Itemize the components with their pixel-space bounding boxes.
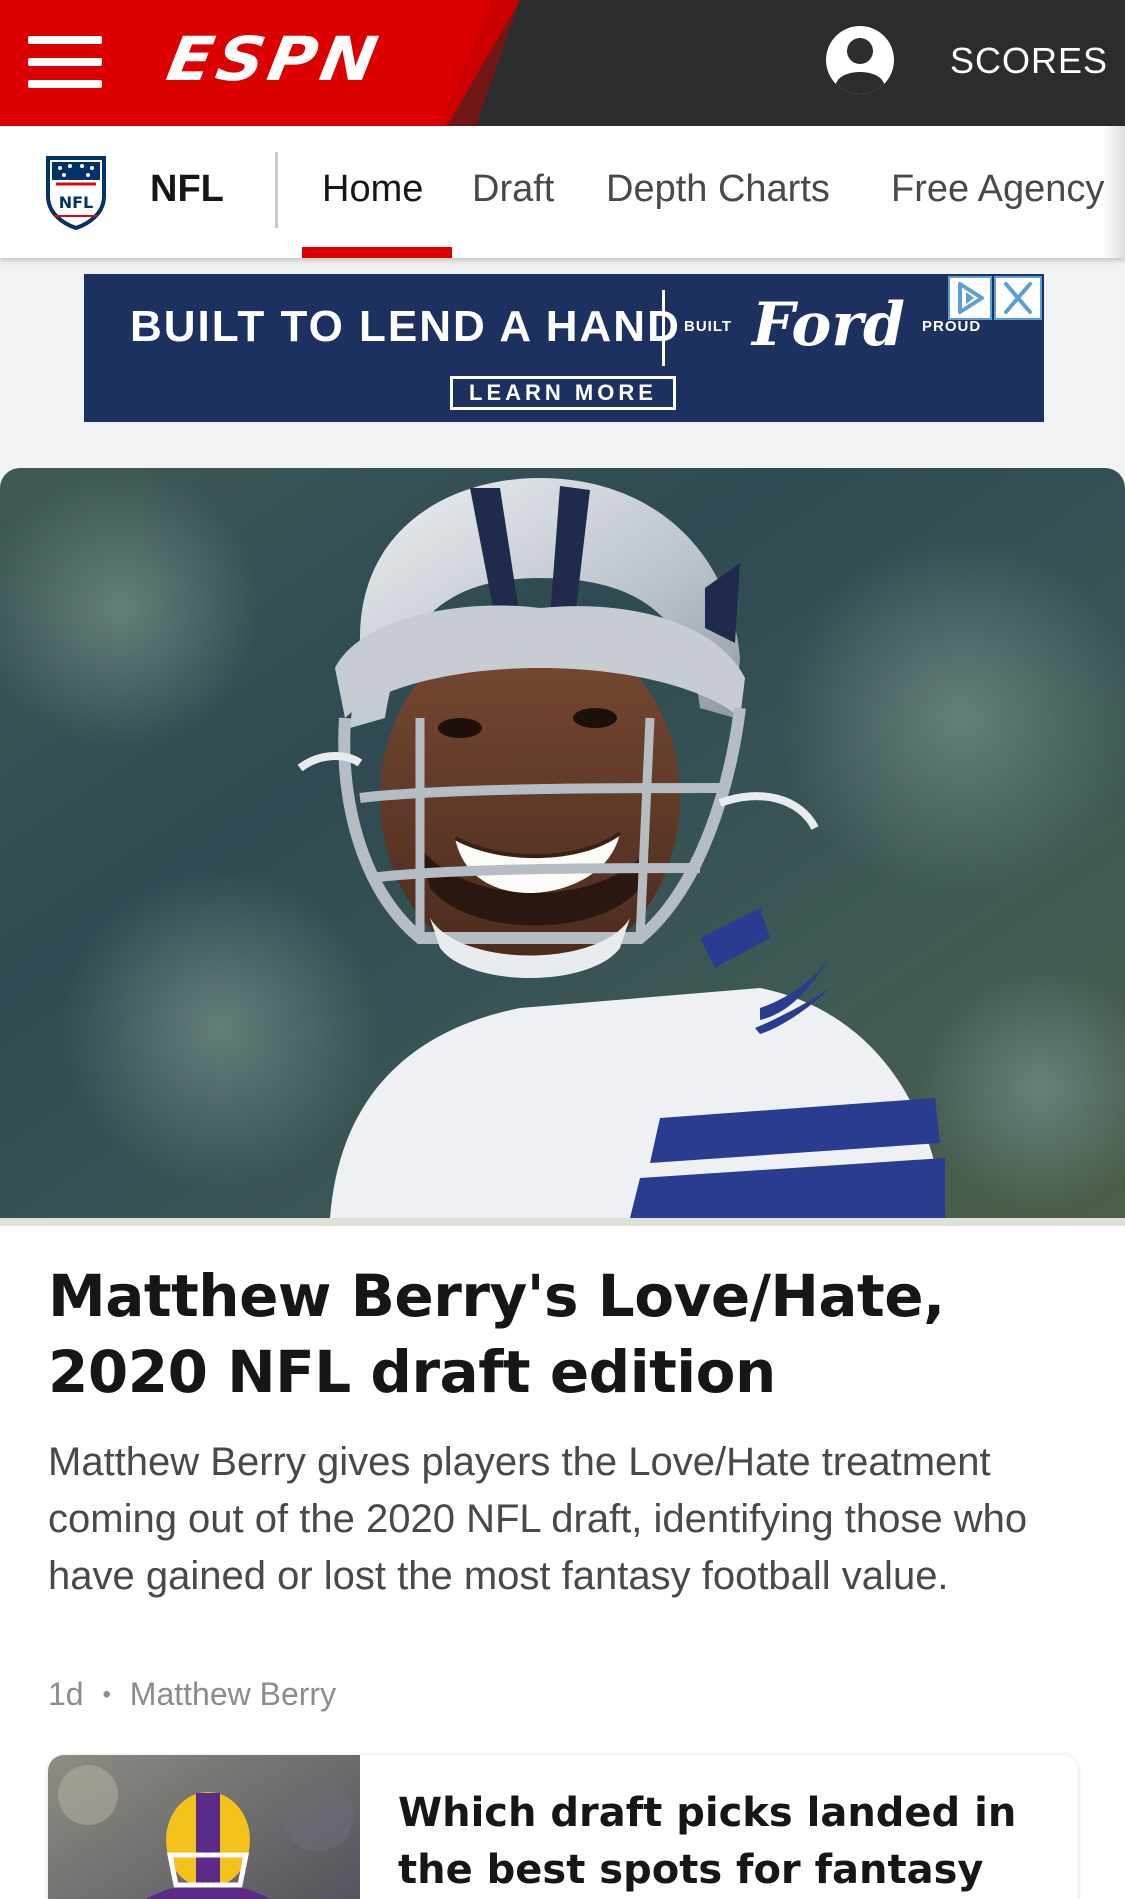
hamburger-menu-icon[interactable] bbox=[28, 34, 102, 90]
espn-logo[interactable]: ESPN bbox=[162, 24, 418, 95]
espn-logo-text[interactable]: ESPN bbox=[162, 24, 387, 95]
tab-free-agency[interactable]: Free Agency bbox=[891, 168, 1104, 211]
ford-logo: Ford bbox=[752, 290, 905, 360]
nav-scroll-fade bbox=[1103, 126, 1125, 258]
story-title[interactable]: Which draft picks landed in the best spo… bbox=[398, 1785, 1058, 1899]
ad-tagline: BUILT TO LEND A HAND bbox=[130, 302, 681, 351]
ad-close-icon[interactable] bbox=[994, 276, 1042, 320]
active-tab-indicator bbox=[302, 247, 452, 258]
meta-bullet: • bbox=[102, 1681, 111, 1708]
story-thumbnail[interactable] bbox=[48, 1755, 360, 1899]
espn-header: ESPN SCORES bbox=[0, 0, 1125, 126]
nfl-shield-icon[interactable]: NFL bbox=[44, 150, 108, 231]
nav-divider bbox=[275, 152, 278, 228]
tab-home[interactable]: Home bbox=[322, 168, 423, 211]
ad-learn-more-button[interactable]: LEARN MORE bbox=[450, 376, 676, 410]
ad-built-label: BUILT bbox=[684, 318, 733, 335]
hero-story-card: Matthew Berry's Love/Hate, 2020 NFL draf… bbox=[0, 468, 1125, 1899]
hero-meta: 1d • Matthew Berry bbox=[48, 1676, 336, 1713]
hero-summary: Matthew Berry gives players the Love/Hat… bbox=[48, 1440, 1028, 1598]
account-icon[interactable] bbox=[826, 26, 894, 94]
hero-author[interactable]: Matthew Berry bbox=[130, 1676, 336, 1712]
hero-image-strip bbox=[0, 1218, 1125, 1226]
hero-timestamp: 1d bbox=[48, 1676, 84, 1712]
svg-text:NFL: NFL bbox=[59, 193, 94, 212]
tab-depth-charts[interactable]: Depth Charts bbox=[606, 168, 830, 211]
ad-separator bbox=[662, 290, 665, 366]
ford-ad-banner[interactable]: BUILT TO LEND A HAND BUILT Ford PROUD LE… bbox=[84, 274, 1044, 422]
league-subnav: NFL NFL Home Draft Depth Charts Free Age… bbox=[0, 126, 1125, 258]
hero-headline[interactable]: Matthew Berry's Love/Hate, 2020 NFL draf… bbox=[48, 1258, 1068, 1410]
story-card[interactable]: Which draft picks landed in the best spo… bbox=[48, 1755, 1078, 1899]
tab-draft[interactable]: Draft bbox=[472, 168, 554, 211]
scores-link[interactable]: SCORES bbox=[950, 40, 1108, 82]
hero-story-image[interactable] bbox=[0, 468, 1125, 1218]
ad-choices-icon[interactable] bbox=[948, 276, 992, 320]
league-title[interactable]: NFL bbox=[150, 168, 224, 211]
